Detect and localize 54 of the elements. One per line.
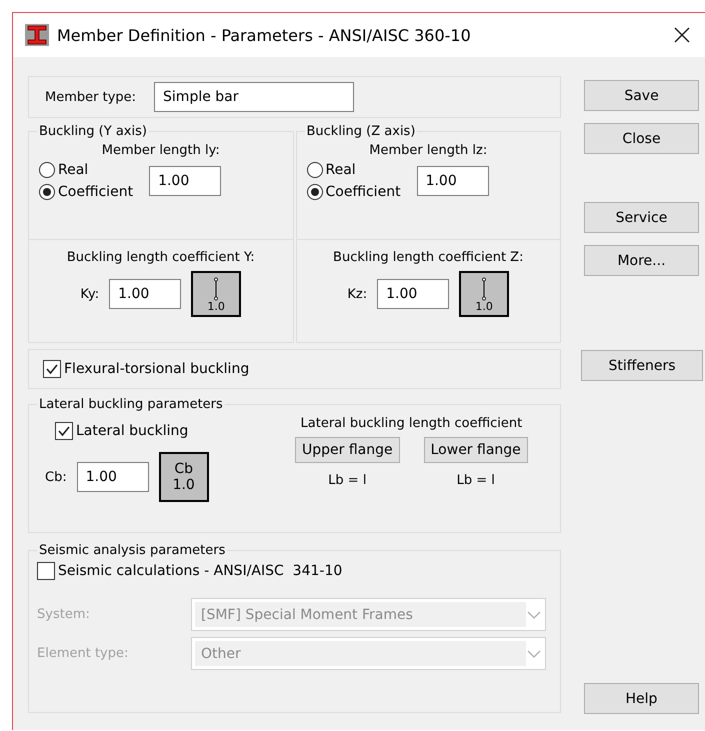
cb-field[interactable]: 1.00 <box>76 462 149 492</box>
chevron-down-icon <box>526 610 542 620</box>
group-title: Buckling (Y axis) <box>38 124 148 139</box>
flange-button[interactable]: Lower flange <box>424 437 528 463</box>
dialog-button[interactable]: Help <box>584 683 699 714</box>
length-reading: Lb = l <box>456 473 495 488</box>
member-type-field[interactable]: Simple bar <box>154 82 354 112</box>
arrow-icon <box>212 276 220 300</box>
length-field[interactable]: 1.00 <box>149 166 222 196</box>
group-title: Buckling (Z axis) <box>306 124 416 139</box>
chevron-down-icon <box>526 648 542 658</box>
field-label: Element type: <box>37 646 130 661</box>
dialog-button[interactable]: Save <box>584 80 699 111</box>
radio-button[interactable] <box>39 162 55 178</box>
checkbox[interactable] <box>37 562 55 580</box>
dialog-button[interactable]: Close <box>584 123 699 154</box>
coefficient-button[interactable]: 1.0 <box>459 271 510 317</box>
field-label: Member type: <box>45 90 136 104</box>
window-title: Member Definition - Parameters - ANSI/AISC 360-10 <box>57 26 472 44</box>
length-field[interactable]: 1.00 <box>416 166 489 196</box>
seismic-checkbox[interactable]: Seismic calculations - ANSI/AISC 341-10 <box>37 562 342 580</box>
group-title: Lateral buckling parameters <box>38 397 224 412</box>
dialog-button[interactable]: More... <box>584 245 699 276</box>
dialog-button[interactable]: Service <box>584 202 699 233</box>
length-reading: Lb = l <box>328 473 366 488</box>
arrow-icon <box>480 276 488 300</box>
checkbox[interactable] <box>43 360 61 378</box>
radio-option[interactable]: Real <box>306 162 401 178</box>
cb-button[interactable]: Cb 1.0 <box>158 452 209 502</box>
coefficient-field[interactable]: 1.00 <box>109 279 182 309</box>
radio-button[interactable] <box>306 162 322 178</box>
checkbox[interactable] <box>55 422 73 440</box>
field-label: Kz: <box>347 286 368 302</box>
field-label: Buckling length coefficient Z: <box>333 250 524 265</box>
group-title: Seismic analysis parameters <box>38 543 226 558</box>
flexural-checkbox[interactable]: Flexural-torsional buckling <box>43 360 250 378</box>
radio-option[interactable]: Real <box>39 162 134 178</box>
i-beam-icon <box>25 24 49 46</box>
field-label: System: <box>37 607 91 622</box>
field-label: Ky: <box>80 286 100 302</box>
section-title: Lateral buckling length coefficient <box>300 416 522 431</box>
radio-button[interactable] <box>306 184 322 200</box>
lateral-checkbox[interactable]: Lateral buckling <box>55 422 295 440</box>
field-label: Member length lz: <box>368 143 488 158</box>
field-label: Cb: <box>45 470 67 484</box>
dialog-button[interactable]: Stiffeners <box>581 350 703 381</box>
radio-option[interactable]: Coefficient <box>306 184 401 200</box>
field-label: Buckling length coefficient Y: <box>66 250 255 265</box>
coefficient-button[interactable]: 1.0 <box>191 271 242 317</box>
coefficient-field[interactable]: 1.00 <box>377 279 450 309</box>
radio-option[interactable]: Coefficient <box>39 184 134 200</box>
radio-button[interactable] <box>39 184 55 200</box>
field-label: Member length ly: <box>100 143 221 158</box>
flange-button[interactable]: Upper flange <box>295 437 400 463</box>
